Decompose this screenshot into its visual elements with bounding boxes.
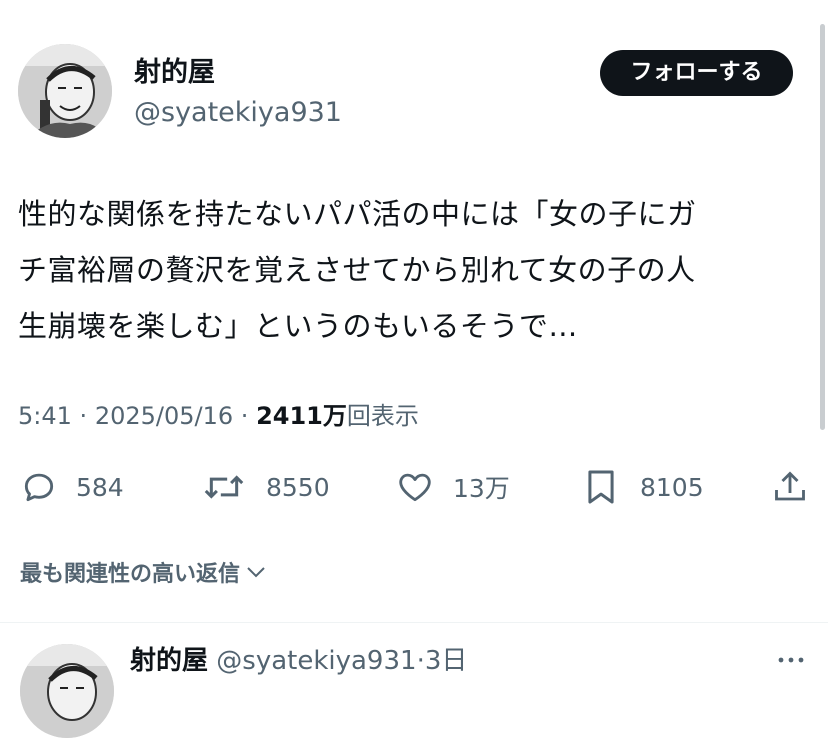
tweet-date[interactable]: 2025/05/16 xyxy=(95,402,233,430)
like-button[interactable]: 13万 xyxy=(395,468,510,506)
more-options-button[interactable] xyxy=(776,648,806,676)
bookmark-button[interactable]: 8105 xyxy=(584,468,704,506)
scrollbar[interactable] xyxy=(820,24,825,430)
tweet-text: 性的な関係を持たないパパ活の中には「女の子にガ チ富裕層の贅沢を覚えさせてから別… xyxy=(18,186,818,354)
section-divider xyxy=(0,622,828,623)
author-avatar[interactable] xyxy=(18,44,112,138)
tweet-text-line: 生崩壊を楽しむ」というのもいるそうで… xyxy=(18,309,578,343)
avatar-illustration-icon xyxy=(18,44,112,138)
views-label: 回表示 xyxy=(346,402,419,430)
reply-author-name[interactable]: 射的屋 xyxy=(130,646,208,676)
bookmark-icon xyxy=(588,470,614,504)
reply-author-handle[interactable]: @syatekiya931 xyxy=(216,646,416,676)
more-dots-icon xyxy=(778,657,804,663)
avatar-illustration-icon xyxy=(20,644,114,738)
reply-separator: · xyxy=(416,646,425,676)
retweet-icon xyxy=(204,475,244,499)
retweet-count: 8550 xyxy=(266,472,330,502)
author-handle[interactable]: @syatekiya931 xyxy=(134,96,342,130)
replies-sort-dropdown[interactable]: 最も関連性の高い返信 xyxy=(20,556,268,588)
tweet-text-line: 性的な関係を持たないパパ活の中には「女の子にガ xyxy=(18,197,697,231)
meta-separator: · xyxy=(240,402,249,430)
reply-time[interactable]: 3日 xyxy=(425,646,468,676)
reply-icon xyxy=(24,473,54,502)
share-button[interactable] xyxy=(772,468,808,506)
tweet-meta: 5:41 · 2025/05/16 · 2411万回表示 xyxy=(18,400,419,432)
reply-button[interactable]: 584 xyxy=(20,468,124,506)
replies-header: 最も関連性の高い返信 xyxy=(20,562,241,587)
reply-count: 584 xyxy=(76,472,124,502)
meta-separator: · xyxy=(79,402,88,430)
chevron-down-icon xyxy=(247,567,265,578)
tweet-time[interactable]: 5:41 xyxy=(18,402,72,430)
follow-button[interactable]: フォローする xyxy=(600,50,793,96)
reply-author-avatar[interactable] xyxy=(20,644,114,738)
views-count: 2411万 xyxy=(256,402,347,430)
like-count: 13万 xyxy=(453,474,510,503)
heart-icon xyxy=(399,473,431,502)
author-name[interactable]: 射的屋 xyxy=(134,56,215,90)
reply-header: 射的屋 @syatekiya931·3日 xyxy=(130,644,467,678)
tweet-text-line: チ富裕層の贅沢を覚えさせてから別れて女の子の人 xyxy=(18,253,696,287)
retweet-button[interactable]: 8550 xyxy=(202,468,330,506)
share-icon xyxy=(775,471,805,501)
bookmark-count: 8105 xyxy=(640,472,704,502)
